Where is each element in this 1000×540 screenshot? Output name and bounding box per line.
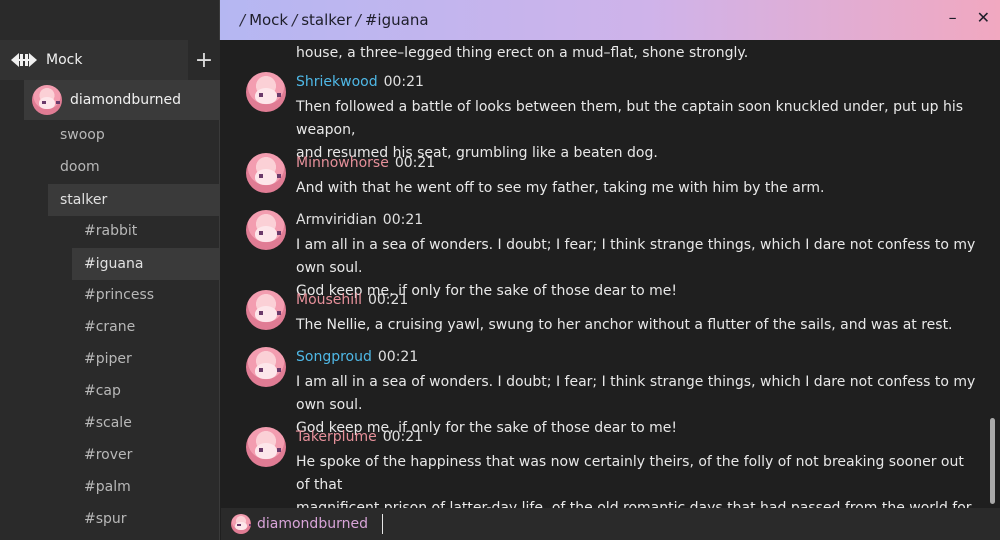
channel-label: #rabbit: [84, 223, 138, 239]
channel-item-crane[interactable]: #crane: [72, 311, 220, 343]
author-avatar[interactable]: [246, 290, 286, 330]
text-cursor[interactable]: [381, 514, 383, 534]
channel-item-scale[interactable]: #scale: [72, 407, 220, 439]
minimize-icon[interactable]: –: [949, 8, 957, 27]
message-line: The Nellie, a cruising yawl, swung to he…: [296, 317, 953, 333]
sidebar-item-label: stalker: [60, 192, 108, 208]
author-name[interactable]: Shriekwood: [296, 74, 378, 90]
sidebar-item-stalker[interactable]: stalker: [48, 184, 220, 216]
service-item-mock[interactable]: Mock: [0, 40, 188, 80]
path-separator: /: [292, 11, 298, 29]
channel-label: #spur: [84, 511, 127, 527]
channel-label: #crane: [84, 319, 136, 335]
message-composer[interactable]: diamondburned: [221, 508, 1000, 540]
service-label: Mock: [46, 52, 83, 68]
account-avatar: [32, 85, 62, 115]
author-name[interactable]: Armviridian: [296, 212, 377, 228]
message-time: 00:21: [377, 349, 419, 365]
channel-label: #palm: [84, 479, 131, 495]
account-item[interactable]: diamondburned: [24, 80, 220, 120]
channel-label: #piper: [84, 351, 132, 367]
message-line: And with that he went off to see my fath…: [296, 180, 825, 196]
channel-label: #scale: [84, 415, 132, 431]
message-time: 00:21: [383, 74, 424, 90]
channel-item-spur[interactable]: #spur: [72, 503, 220, 535]
message-time: 00:21: [382, 212, 424, 228]
channel-item-palm[interactable]: #palm: [72, 471, 220, 503]
author-avatar[interactable]: [246, 153, 286, 193]
message-time: 00:21: [367, 292, 409, 308]
channel-item-piper[interactable]: #piper: [72, 343, 220, 375]
add-account-button[interactable]: +: [188, 40, 220, 80]
channel-item-princess[interactable]: #princess: [72, 279, 220, 311]
author-name[interactable]: Minnowhorse: [296, 155, 389, 171]
header-bar: / Mock / stalker / #iguana – ✕: [220, 0, 1000, 40]
path-separator: /: [355, 11, 361, 29]
breadcrumb-channel[interactable]: #iguana: [365, 11, 429, 29]
author-avatar[interactable]: [246, 210, 286, 250]
message-partial-text: house, a three–legged thing erect on a m…: [296, 45, 749, 61]
author-avatar[interactable]: [246, 347, 286, 387]
message-list: house, a three–legged thing erect on a m…: [221, 40, 1000, 508]
channel-label: #iguana: [84, 256, 144, 272]
sidebar-item-doom[interactable]: doom: [48, 151, 220, 183]
window-controls: – ✕: [949, 8, 990, 27]
message-time: 00:21: [382, 429, 424, 445]
sidebar-item-label: doom: [60, 159, 100, 175]
channel-item-rabbit[interactable]: #rabbit: [72, 215, 220, 247]
channel-item-rover[interactable]: #rover: [72, 439, 220, 471]
message-time: 00:21: [394, 155, 436, 171]
composer-avatar: [231, 514, 251, 534]
message-line: He spoke of the happiness that was now c…: [296, 454, 964, 493]
author-name[interactable]: Mousehill: [296, 292, 362, 308]
channel-item-cap[interactable]: #cap: [72, 375, 220, 407]
path-separator: /: [240, 11, 246, 29]
message-line: I am all in a sea of wonders. I doubt; I…: [296, 374, 976, 413]
composer-nick: diamondburned: [257, 516, 368, 532]
sidebar-item-swoop[interactable]: swoop: [48, 119, 220, 151]
author-name[interactable]: Songproud: [296, 349, 372, 365]
account-label: diamondburned: [70, 92, 181, 108]
message-line: I am all in a sea of wonders. I doubt; I…: [296, 237, 976, 276]
plus-icon: +: [194, 47, 214, 73]
channel-label: #rover: [84, 447, 133, 463]
message-line: magnificent prison of latter-day life, o…: [296, 500, 972, 508]
message-scrollbar[interactable]: [990, 418, 995, 504]
mock-logo-icon: [11, 53, 37, 67]
sidebar: Mock + diamondburned swoop doom stalker …: [0, 0, 220, 540]
sidebar-item-label: swoop: [60, 127, 105, 143]
author-avatar[interactable]: [246, 72, 286, 112]
breadcrumb-user[interactable]: stalker: [301, 11, 352, 29]
channel-label: #princess: [84, 287, 155, 303]
close-icon[interactable]: ✕: [977, 8, 990, 27]
breadcrumb-service[interactable]: Mock: [249, 11, 288, 29]
channel-item-iguana[interactable]: #iguana: [72, 248, 220, 280]
author-name[interactable]: Takerplume: [296, 429, 377, 445]
author-avatar[interactable]: [246, 427, 286, 467]
message-line: Then followed a battle of looks between …: [296, 99, 964, 138]
channel-label: #cap: [84, 383, 121, 399]
